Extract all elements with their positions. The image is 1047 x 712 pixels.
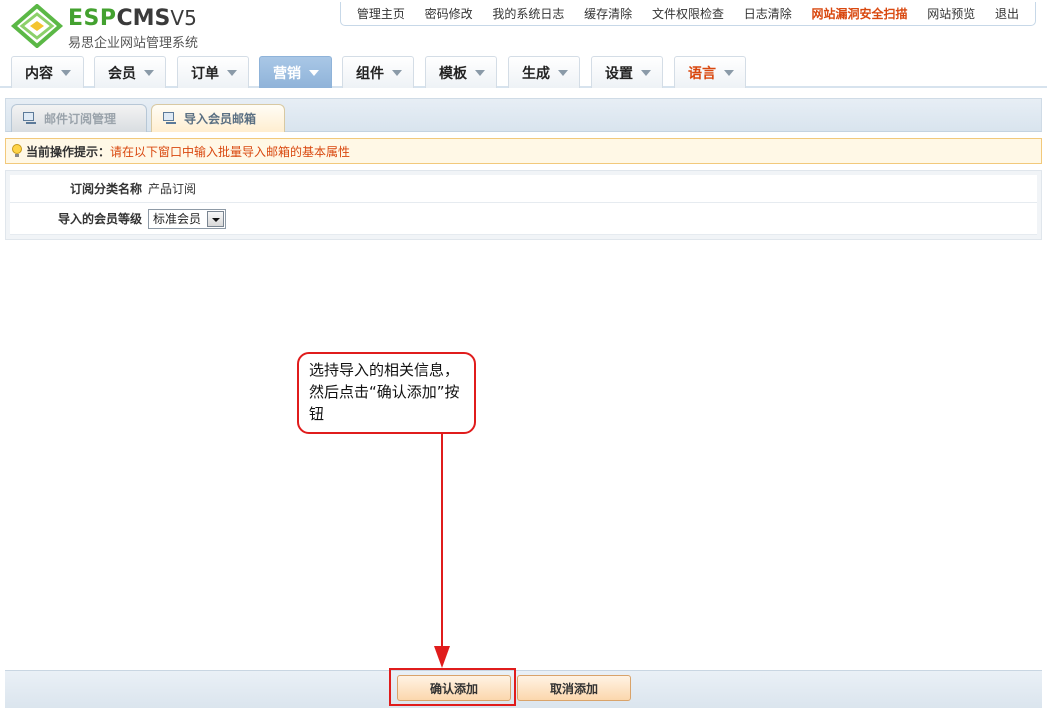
tab-label: 导入会员邮箱	[184, 112, 257, 126]
chevron-down-icon	[144, 69, 154, 76]
operation-hint: 当前操作提示： 请在以下窗口中输入批量导入邮箱的基本属性	[5, 138, 1042, 164]
nav-label: 语言	[688, 65, 716, 82]
import-form: 订阅分类名称 产品订阅 导入的会员等级 标准会员	[5, 170, 1042, 240]
link-site-preview[interactable]: 网站预览	[927, 5, 975, 22]
member-level-value: 标准会员	[153, 212, 202, 226]
logo-esp: ESP	[68, 6, 117, 31]
chevron-down-icon	[309, 69, 319, 76]
link-my-system-log[interactable]: 我的系统日志	[492, 5, 564, 22]
nav-label: 营销	[273, 65, 301, 82]
nav-label: 会员	[108, 65, 136, 82]
category-value: 产品订阅	[148, 182, 197, 196]
main-nav: 内容 会员 订单 营销 组件 模板 生成 设置 语言	[0, 54, 1047, 88]
member-level-select[interactable]: 标准会员	[148, 208, 226, 229]
tab-import-member-email[interactable]: 导入会员邮箱	[151, 104, 285, 132]
instruction-callout: 选持导入的相关信息，然后点击“确认添加”按钮	[297, 352, 476, 434]
tab-strip: 邮件订阅管理 导入会员邮箱	[5, 98, 1042, 132]
nav-item-language[interactable]: 语言	[674, 56, 746, 88]
nav-label: 订单	[191, 65, 219, 82]
logo-version: V5	[170, 6, 197, 30]
nav-label: 生成	[522, 65, 550, 82]
logo-cms: CMS	[116, 6, 171, 31]
callout-text: 选持导入的相关信息，然后点击“确认添加”按钮	[309, 361, 460, 423]
arrow-down-icon	[434, 434, 450, 668]
hint-label: 当前操作提示：	[26, 144, 111, 159]
link-admin-home[interactable]: 管理主页	[357, 5, 405, 22]
link-logout[interactable]: 退出	[995, 5, 1019, 22]
chevron-down-icon	[392, 69, 402, 76]
logo-wordmark: ESPCMSV5	[68, 6, 197, 31]
nav-item-components[interactable]: 组件	[342, 56, 414, 88]
nav-item-content[interactable]: 内容	[11, 56, 84, 88]
category-label: 订阅分类名称	[69, 182, 142, 196]
nav-item-marketing[interactable]: 营销	[259, 56, 332, 88]
chevron-down-icon	[724, 69, 734, 76]
form-row-category: 订阅分类名称 产品订阅	[10, 175, 1037, 203]
nav-label: 内容	[25, 65, 53, 82]
hint-text: 请在以下窗口中输入批量导入邮箱的基本属性	[110, 144, 351, 159]
top-link-bar: 管理主页 密码修改 我的系统日志 缓存清除 文件权限检查 日志清除 网站漏洞安全…	[340, 2, 1036, 26]
link-change-password[interactable]: 密码修改	[425, 5, 473, 22]
cancel-add-button[interactable]: 取消添加	[517, 675, 631, 701]
lightbulb-icon	[12, 144, 22, 158]
chevron-down-icon	[227, 69, 237, 76]
nav-item-orders[interactable]: 订单	[177, 56, 249, 88]
nav-item-templates[interactable]: 模板	[425, 56, 497, 88]
nav-item-generate[interactable]: 生成	[508, 56, 580, 88]
link-clear-log[interactable]: 日志清除	[744, 5, 792, 22]
chevron-down-icon	[475, 69, 485, 76]
link-file-permission-check[interactable]: 文件权限检查	[652, 5, 724, 22]
monitor-icon	[162, 112, 178, 125]
nav-item-settings[interactable]: 设置	[591, 56, 663, 88]
nav-label: 设置	[605, 65, 633, 82]
chevron-down-icon	[641, 69, 651, 76]
tab-email-subscription[interactable]: 邮件订阅管理	[11, 104, 147, 132]
link-clear-cache[interactable]: 缓存清除	[584, 5, 632, 22]
nav-item-members[interactable]: 会员	[94, 56, 166, 88]
chevron-down-icon	[61, 69, 71, 76]
logo-mark-icon	[10, 4, 64, 48]
nav-label: 组件	[356, 65, 384, 82]
chevron-down-icon[interactable]	[207, 210, 224, 227]
logo-subtitle: 易思企业网站管理系统	[68, 36, 199, 51]
member-level-label: 导入的会员等级	[57, 212, 142, 226]
confirm-add-button[interactable]: 确认添加	[397, 675, 511, 701]
tab-label: 邮件订阅管理	[44, 112, 117, 126]
logo: ESPCMSV5 易思企业网站管理系统	[10, 4, 230, 51]
chevron-down-icon	[558, 69, 568, 76]
link-security-scan[interactable]: 网站漏洞安全扫描	[811, 5, 907, 22]
monitor-icon	[22, 112, 38, 125]
form-row-level: 导入的会员等级 标准会员	[10, 203, 1037, 235]
nav-label: 模板	[439, 65, 467, 82]
app-root: ESPCMSV5 易思企业网站管理系统 管理主页 密码修改 我的系统日志 缓存清…	[0, 0, 1047, 712]
